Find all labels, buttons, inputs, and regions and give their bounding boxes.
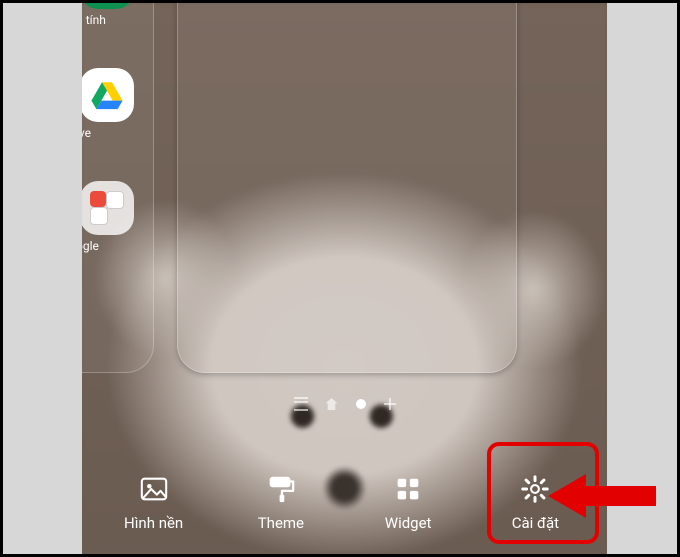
screenshot-frame: g tính ive ogle [0, 0, 680, 557]
sheets-icon[interactable] [82, 3, 134, 9]
image-icon [139, 474, 169, 504]
wallpaper-button[interactable]: Hình nền [98, 464, 210, 538]
menu-page-icon[interactable] [294, 397, 308, 411]
page-indicator[interactable] [82, 397, 607, 411]
adjacent-screen-preview[interactable]: g tính ive ogle [82, 3, 154, 373]
launcher-edit-actions: Hình nền Theme Widget [82, 464, 607, 538]
folder-icon[interactable] [82, 181, 134, 235]
page-dot-current[interactable] [356, 399, 366, 409]
app-label: ogle [82, 239, 146, 253]
paint-roller-icon [266, 474, 296, 504]
action-label: Widget [385, 514, 432, 532]
grid-icon [393, 474, 423, 504]
widget-button[interactable]: Widget [352, 464, 464, 538]
mini-app-icon [90, 191, 106, 207]
app-label: g tính [82, 13, 146, 27]
mini-app-icon [90, 207, 108, 225]
red-arrow-annotation [548, 468, 658, 524]
theme-button[interactable]: Theme [225, 464, 337, 538]
drive-icon[interactable] [82, 68, 134, 122]
home-screen-preview[interactable] [177, 3, 517, 373]
add-page-icon[interactable] [384, 398, 396, 410]
mini-app-icon [106, 191, 124, 209]
action-label: Theme [258, 514, 304, 532]
action-label: Hình nền [124, 514, 183, 532]
drive-glyph [90, 80, 124, 110]
home-page-icon[interactable] [326, 398, 338, 410]
gear-icon [520, 474, 550, 504]
app-label: ive [82, 126, 146, 140]
phone-viewport: g tính ive ogle [82, 3, 607, 554]
